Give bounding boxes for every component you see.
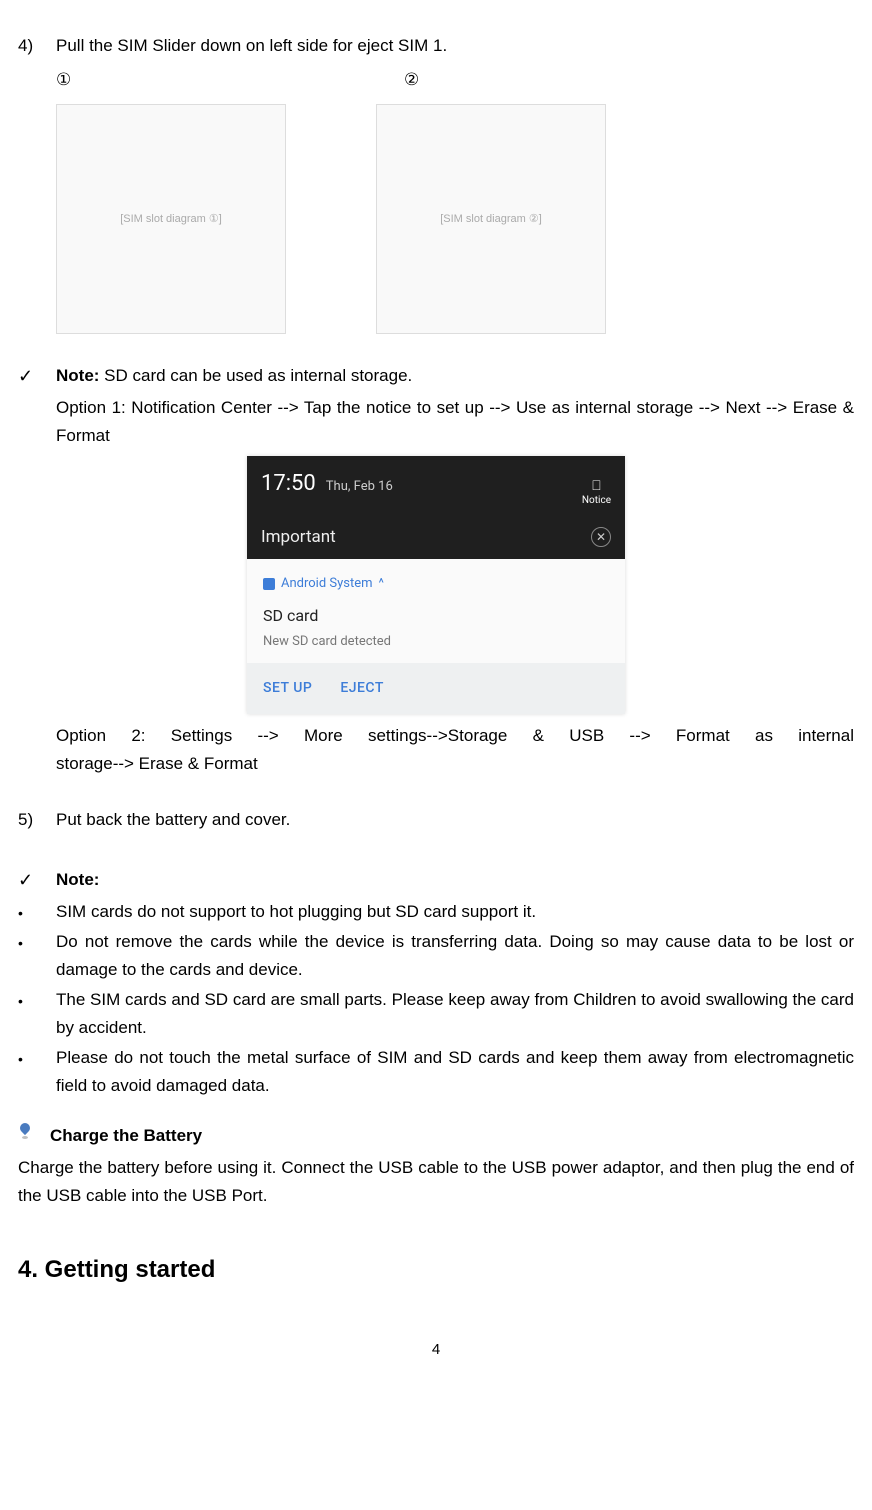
note-2-label: Note: (56, 866, 854, 896)
notification-actions: SET UP EJECT (247, 663, 625, 714)
bullet-icon: • (18, 898, 56, 926)
option-1-text: Option 1: Notification Center --> Tap th… (56, 394, 854, 450)
time-date-block: 17:50 Thu, Feb 16 (261, 466, 393, 502)
note-1-content: Note: SD card can be used as internal st… (56, 362, 854, 392)
notification-header: 17:50 Thu, Feb 16 ⎕ Notice Important ✕ (247, 456, 625, 560)
notice-label: Notice (582, 495, 611, 506)
diagrams-row: [SIM slot diagram ①] [SIM slot diagram ②… (56, 104, 854, 334)
option-2-line2: storage--> Erase & Format (56, 750, 854, 778)
check-icon: ✓ (18, 362, 56, 392)
chevron-up-icon: ^ (379, 573, 384, 594)
note-1-text: SD card can be used as internal storage. (99, 366, 412, 385)
clock-time: 17:50 (261, 466, 316, 502)
bullet-3: • The SIM cards and SD card are small pa… (18, 986, 854, 1042)
bullet-1: • SIM cards do not support to hot pluggi… (18, 898, 854, 926)
charge-heading-row: Charge the Battery (18, 1122, 854, 1150)
close-icon[interactable]: ✕ (591, 527, 611, 547)
bullet-icon: • (18, 928, 56, 984)
sim-diagram-2: [SIM slot diagram ②] (376, 104, 606, 334)
charge-text: Charge the battery before using it. Conn… (18, 1154, 854, 1210)
bullet-1-text: SIM cards do not support to hot plugging… (56, 898, 854, 926)
bullet-2: • Do not remove the cards while the devi… (18, 928, 854, 984)
system-icon (263, 578, 275, 590)
bullet-3-text: The SIM cards and SD card are small part… (56, 986, 854, 1042)
bullet-4: • Please do not touch the metal surface … (18, 1044, 854, 1100)
setup-button[interactable]: SET UP (263, 677, 312, 700)
note-1-label: Note: (56, 366, 99, 385)
circled-numbers-row: ① ② (56, 66, 854, 94)
note-1: ✓ Note: SD card can be used as internal … (18, 362, 854, 392)
notice-icon: ⎕ (582, 479, 611, 493)
bullet-2-text: Do not remove the cards while the device… (56, 928, 854, 984)
section-4-heading: 4. Getting started (18, 1250, 854, 1290)
bullet-icon: • (18, 1044, 56, 1100)
android-system-label: Android System (281, 573, 373, 594)
step-5-text: Put back the battery and cover. (56, 806, 854, 834)
bullet-4-text: Please do not touch the metal surface of… (56, 1044, 854, 1100)
option-2-line1: Option 2: Settings --> More settings-->S… (56, 722, 854, 750)
step-4: 4) Pull the SIM Slider down on left side… (18, 32, 854, 60)
charge-title: Charge the Battery (50, 1122, 202, 1150)
statusbar-row: 17:50 Thu, Feb 16 ⎕ Notice (261, 466, 611, 510)
sim-diagram-1: [SIM slot diagram ①] (56, 104, 286, 334)
notice-button[interactable]: ⎕ Notice (582, 479, 611, 510)
sd-card-title: SD card (263, 603, 609, 629)
notification-body: Android System ^ SD card New SD card det… (247, 559, 625, 662)
note-2: ✓ Note: (18, 866, 854, 896)
check-icon: ✓ (18, 866, 56, 896)
clock-date: Thu, Feb 16 (326, 476, 393, 497)
phone-screenshot: 17:50 Thu, Feb 16 ⎕ Notice Important ✕ A… (247, 456, 625, 714)
bullet-icon: • (18, 986, 56, 1042)
android-system-row[interactable]: Android System ^ (263, 573, 609, 594)
step-4-number: 4) (18, 32, 56, 60)
step-5: 5) Put back the battery and cover. (18, 806, 854, 834)
circled-2: ② (404, 66, 419, 94)
page-number: 4 (18, 1338, 854, 1363)
circled-1: ① (56, 66, 404, 94)
step-5-number: 5) (18, 806, 56, 834)
sd-card-subtitle: New SD card detected (263, 631, 609, 652)
option-2-text: Option 2: Settings --> More settings-->S… (56, 722, 854, 778)
phone-screenshot-container: 17:50 Thu, Feb 16 ⎕ Notice Important ✕ A… (18, 456, 854, 714)
important-label: Important (261, 523, 336, 551)
important-row: Important ✕ (261, 523, 611, 551)
pin-icon (18, 1122, 50, 1150)
step-4-text: Pull the SIM Slider down on left side fo… (56, 32, 854, 60)
eject-button[interactable]: EJECT (340, 677, 384, 700)
